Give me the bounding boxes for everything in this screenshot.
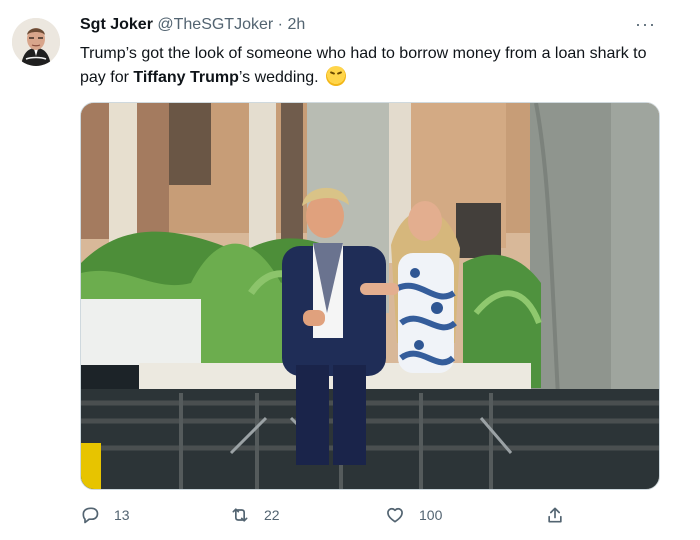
retweet-count: 22 bbox=[264, 507, 280, 523]
author-handle[interactable]: @TheSGTJoker bbox=[157, 16, 273, 33]
tweet-header: Sgt Joker @TheSGTJoker · 2h bbox=[80, 16, 305, 34]
like-button[interactable]: 100 bbox=[385, 502, 442, 528]
tweet-text-end: ’s wedding. bbox=[238, 69, 324, 86]
tweet-actions: 13 22 100 bbox=[80, 502, 580, 528]
tweet-card: Sgt Joker @TheSGTJoker · 2h ··· Trump’s … bbox=[0, 0, 700, 540]
tweet-time[interactable]: 2h bbox=[287, 16, 305, 33]
header-separator: · bbox=[277, 16, 283, 33]
retweet-icon bbox=[232, 508, 248, 522]
heart-icon bbox=[387, 507, 403, 523]
more-options-icon[interactable]: ··· bbox=[635, 14, 656, 35]
highlighted-name: Tiffany Trump bbox=[133, 69, 239, 86]
avatar[interactable] bbox=[12, 18, 60, 66]
face-with-tears-of-joy-emoji bbox=[326, 66, 347, 86]
author-name[interactable]: Sgt Joker bbox=[80, 16, 153, 33]
reply-count: 13 bbox=[114, 507, 130, 523]
like-count: 100 bbox=[419, 507, 443, 523]
tweet-photo[interactable] bbox=[80, 102, 660, 490]
tweet-text: Trump’s got the look of someone who had … bbox=[80, 42, 650, 90]
reply-button[interactable]: 13 bbox=[80, 502, 130, 528]
wedding-photo-illustration bbox=[81, 103, 659, 489]
share-icon bbox=[548, 507, 562, 523]
share-button[interactable] bbox=[545, 502, 579, 528]
avatar-image bbox=[12, 18, 60, 66]
reply-icon bbox=[82, 507, 99, 524]
retweet-button[interactable]: 22 bbox=[230, 502, 280, 528]
